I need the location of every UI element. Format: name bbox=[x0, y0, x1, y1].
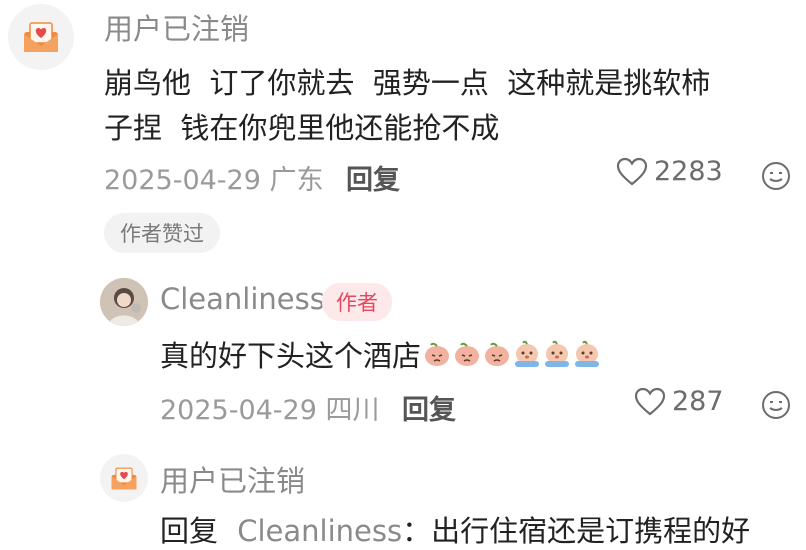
reply-username[interactable]: Cleanliness bbox=[160, 282, 325, 316]
reply-prefix: 回复 bbox=[160, 514, 219, 548]
avatar[interactable] bbox=[100, 454, 148, 502]
envelope-heart-icon bbox=[111, 467, 137, 490]
comment-text-line2: 子捏 钱在你兜里他还能抢不成 bbox=[104, 111, 500, 145]
emoji-react-button[interactable] bbox=[760, 389, 792, 425]
reply-text: 回复 Cleanliness：出行住宿还是订携程的好 bbox=[160, 508, 750, 550]
like-button[interactable]: 287 bbox=[634, 386, 724, 417]
envelope-heart-icon bbox=[24, 22, 58, 52]
heart-outline-icon bbox=[634, 387, 666, 415]
comment-date-location: 2025-04-29 广东 bbox=[104, 165, 324, 196]
like-button[interactable]: 2283 bbox=[616, 156, 723, 187]
like-count: 2283 bbox=[654, 156, 723, 187]
reply-text: 真的好下头这个酒店 bbox=[160, 333, 601, 375]
smiley-icon bbox=[762, 162, 790, 190]
reply-button[interactable]: 回复 bbox=[346, 158, 400, 197]
avatar[interactable] bbox=[100, 278, 148, 326]
smiley-icon bbox=[762, 391, 790, 419]
emoji-react-button[interactable] bbox=[760, 160, 792, 196]
crying-emoji bbox=[515, 340, 540, 367]
crying-emoji bbox=[545, 340, 570, 367]
heart-outline-icon bbox=[616, 157, 648, 185]
reply-button[interactable]: 回复 bbox=[402, 388, 456, 427]
avatar[interactable] bbox=[8, 4, 74, 70]
reply-username[interactable]: 用户已注销 bbox=[160, 458, 305, 500]
comment-text-line1: 崩鸟他 订了你就去 强势一点 这种就是挑软柿 bbox=[104, 66, 711, 100]
crying-emoji bbox=[575, 340, 600, 367]
sad-peach-emoji bbox=[425, 342, 450, 366]
sad-peach-emoji bbox=[485, 342, 510, 366]
like-count: 287 bbox=[672, 386, 724, 417]
comment-username[interactable]: 用户已注销 bbox=[104, 6, 249, 48]
user-photo-icon bbox=[100, 278, 148, 326]
sad-peach-emoji bbox=[455, 342, 480, 366]
author-liked-tag: 作者赞过 bbox=[104, 213, 220, 253]
reply-text-content: 真的好下头这个酒店 bbox=[160, 339, 422, 373]
author-badge: 作者 bbox=[322, 283, 392, 321]
reply-date-location: 2025-04-29 四川 bbox=[160, 395, 380, 426]
reply-text-content: ：出行住宿还是订携程的好 bbox=[402, 514, 751, 548]
mention-link[interactable]: Cleanliness bbox=[237, 514, 402, 548]
